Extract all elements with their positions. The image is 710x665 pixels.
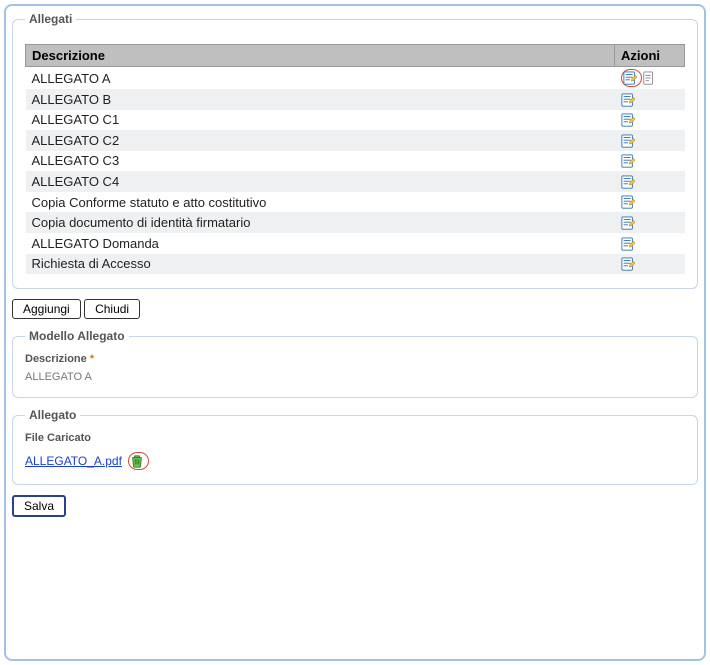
delete-ring (128, 452, 149, 470)
edit-ring (621, 69, 642, 87)
upload-panel: Allegato File Caricato ALLEGATO_A.pdf (12, 408, 698, 485)
edit-icon[interactable] (621, 92, 635, 108)
table-row: Richiesta di Accesso (26, 254, 685, 275)
save-button[interactable]: Salva (12, 495, 66, 517)
table-row: ALLEGATO C1 (26, 110, 685, 131)
cell-actions (615, 254, 685, 275)
cell-desc: ALLEGATO Domanda (26, 233, 615, 254)
edit-icon[interactable] (621, 174, 635, 190)
attachments-panel: Allegati Descrizione Azioni ALLEGATO AAL… (12, 12, 698, 289)
col-header-actions: Azioni (615, 45, 685, 67)
button-bar: Aggiungi Chiudi (12, 299, 698, 319)
table-row: ALLEGATO C3 (26, 151, 685, 172)
cell-actions (615, 67, 685, 90)
edit-icon[interactable] (621, 236, 635, 252)
cell-desc: ALLEGATO C3 (26, 151, 615, 172)
cell-desc: ALLEGATO B (26, 89, 615, 110)
delete-file-icon[interactable] (130, 453, 144, 469)
file-row: ALLEGATO_A.pdf (25, 452, 685, 470)
uploaded-file-link[interactable]: ALLEGATO_A.pdf (25, 454, 122, 468)
document-icon[interactable] (642, 70, 656, 86)
add-button[interactable]: Aggiungi (12, 299, 81, 319)
cell-desc: ALLEGATO A (26, 67, 615, 90)
edit-icon[interactable] (621, 215, 635, 231)
cell-actions (615, 192, 685, 213)
attachments-table: Descrizione Azioni ALLEGATO AALLEGATO BA… (25, 44, 685, 274)
edit-icon[interactable] (621, 112, 635, 128)
cell-desc: Copia Conforme statuto e atto costitutiv… (26, 192, 615, 213)
attachments-title: Allegati (25, 12, 76, 26)
model-panel: Modello Allegato Descrizione * ALLEGATO … (12, 329, 698, 398)
table-row: ALLEGATO Domanda (26, 233, 685, 254)
cell-desc: ALLEGATO C1 (26, 110, 615, 131)
file-label: File Caricato (25, 432, 685, 444)
edit-icon[interactable] (621, 194, 635, 210)
desc-value: ALLEGATO A (25, 371, 685, 383)
table-row: ALLEGATO C2 (26, 130, 685, 151)
cell-actions (615, 171, 685, 192)
cell-actions (615, 212, 685, 233)
cell-desc: Richiesta di Accesso (26, 254, 615, 275)
desc-label: Descrizione (25, 353, 87, 365)
cell-actions (615, 130, 685, 151)
close-button[interactable]: Chiudi (84, 299, 140, 319)
cell-desc: ALLEGATO C2 (26, 130, 615, 151)
table-row: Copia documento di identità firmatario (26, 212, 685, 233)
edit-icon[interactable] (621, 133, 635, 149)
edit-icon[interactable] (623, 70, 637, 86)
upload-title: Allegato (25, 408, 80, 422)
model-title: Modello Allegato (25, 329, 129, 343)
cell-actions (615, 233, 685, 254)
cell-actions (615, 89, 685, 110)
col-header-desc: Descrizione (26, 45, 615, 67)
table-row: ALLEGATO A (26, 67, 685, 90)
table-row: ALLEGATO C4 (26, 171, 685, 192)
edit-icon[interactable] (621, 256, 635, 272)
table-row: Copia Conforme statuto e atto costitutiv… (26, 192, 685, 213)
save-bar: Salva (12, 495, 698, 517)
desc-label-row: Descrizione * (25, 353, 685, 365)
main-container: Allegati Descrizione Azioni ALLEGATO AAL… (4, 4, 706, 661)
cell-actions (615, 110, 685, 131)
cell-desc: ALLEGATO C4 (26, 171, 615, 192)
table-row: ALLEGATO B (26, 89, 685, 110)
cell-desc: Copia documento di identità firmatario (26, 212, 615, 233)
cell-actions (615, 151, 685, 172)
edit-icon[interactable] (621, 153, 635, 169)
required-mark: * (90, 353, 94, 365)
